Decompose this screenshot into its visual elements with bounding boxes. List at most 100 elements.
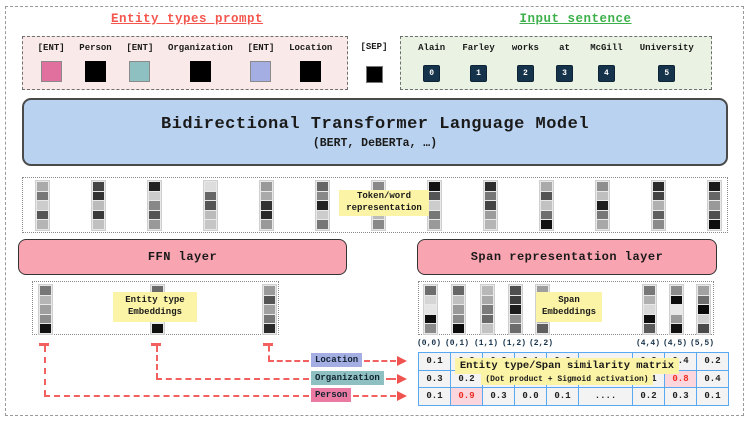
entity-embedding-column-cell (40, 305, 51, 314)
token-repr-column-cell (261, 201, 272, 210)
transformer-box: Bidirectional Transformer Language Model… (22, 98, 728, 166)
token-repr-column-cell (485, 182, 496, 191)
token-repr-column-cell (429, 211, 440, 220)
matrix-cell: 0.2 (696, 352, 729, 371)
prompt-token-square (300, 61, 321, 82)
input-token-index-square: 1 (470, 65, 487, 82)
sep-token-label: [SEP] (360, 42, 387, 52)
prompt-token: [ENT] (247, 37, 274, 89)
token-repr-column-cell (597, 201, 608, 210)
span-embeddings-label: Span Embeddings (536, 292, 602, 322)
token-repr-column-cell (93, 211, 104, 220)
entity-types-prompt-header: Entity types prompt (87, 12, 287, 26)
token-repr-column-cell (597, 192, 608, 201)
prompt-token-square (250, 61, 271, 82)
span-embedding-column-cell (453, 296, 464, 305)
input-token-index-square: 5 (658, 65, 675, 82)
span-embedding-column-cell (482, 324, 493, 333)
token-repr-column-cell (653, 211, 664, 220)
span-embedding-column-cell (698, 315, 709, 324)
span-embedding-column-cell (644, 296, 655, 305)
matrix-cell: 0.1 (418, 387, 451, 406)
span-embedding-column-cell (671, 324, 682, 333)
transformer-subtitle: (BERT, DeBERTa, …) (313, 137, 437, 150)
prompt-token-label: Location (289, 43, 332, 53)
span-embedding-column (642, 284, 657, 335)
span-embedding-column-cell (425, 315, 436, 324)
token-repr-column-cell (149, 220, 160, 229)
token-repr-column-cell (709, 182, 720, 191)
prompt-token-square (129, 61, 150, 82)
prompt-token: Location (289, 37, 332, 89)
token-repr-column-cell (429, 182, 440, 191)
span-embedding-column-cell (644, 286, 655, 295)
span-embedding-column-cell (425, 305, 436, 314)
entity-tag-location: Location (311, 353, 362, 367)
span-embedding-column-cell (482, 296, 493, 305)
entity-embedding-column-cell (264, 296, 275, 305)
prompt-token-label: [ENT] (126, 43, 153, 53)
prompt-token: [ENT] (126, 37, 153, 89)
token-repr-column-cell (317, 201, 328, 210)
sep-token-square (366, 66, 383, 83)
prompt-token-label: [ENT] (247, 43, 274, 53)
token-repr-column-cell (709, 201, 720, 210)
token-repr-column-cell (205, 220, 216, 229)
matrix-cell: .... (578, 387, 633, 406)
matrix-cell: 0.1 (546, 387, 579, 406)
span-embedding-column-cell (510, 315, 521, 324)
token-repr-column (259, 180, 274, 231)
token-repr-column-cell (317, 220, 328, 229)
span-embedding-column (669, 284, 684, 335)
token-repr-column-cell (653, 201, 664, 210)
span-embedding-column-cell (510, 305, 521, 314)
model-architecture-diagram: Entity types prompt Input sentence [ENT]… (0, 0, 750, 423)
span-embedding-column-cell (453, 315, 464, 324)
token-repr-column-cell (317, 192, 328, 201)
token-repr-column-cell (429, 220, 440, 229)
entity-tag-organization: Organization (311, 371, 384, 385)
span-embedding-column-cell (425, 324, 436, 333)
connector-to-matrix-dash (364, 360, 396, 362)
matrix-cell: 0.9 (450, 387, 483, 406)
token-repr-column-cell (429, 192, 440, 201)
entity-embedding-column-cell (264, 305, 275, 314)
token-repr-column-cell (541, 192, 552, 201)
prompt-token-square (190, 61, 211, 82)
token-repr-column-cell (653, 182, 664, 191)
matrix-cell: 0.4 (696, 370, 729, 389)
matrix-row: 0.10.90.30.00.1....0.20.30.1 (418, 387, 729, 406)
token-repr-column-cell (149, 211, 160, 220)
token-repr-column-cell (93, 220, 104, 229)
input-token-index-square: 0 (423, 65, 440, 82)
token-repr-column-cell (261, 220, 272, 229)
token-repr-column-cell (485, 220, 496, 229)
span-embedding-column-cell (698, 324, 709, 333)
prompt-token-square (41, 61, 62, 82)
input-token-word: Farley (462, 43, 494, 53)
entity-embedding-column-cell (40, 296, 51, 305)
entity-embedding-column-cell (152, 324, 163, 333)
span-embedding-column (480, 284, 495, 335)
prompt-token-label: Person (79, 43, 111, 53)
span-embedding-column-cell (453, 324, 464, 333)
input-token-word: Alain (418, 43, 445, 53)
similarity-matrix-title: Entity type/Span similarity matrix (455, 358, 679, 374)
input-token-word: works (512, 43, 539, 53)
token-repr-column (483, 180, 498, 231)
token-repr-column-cell (429, 201, 440, 210)
matrix-row-arrowhead (397, 391, 407, 401)
span-embedding-column-cell (698, 296, 709, 305)
token-repr-column-cell (37, 201, 48, 210)
span-embedding-column-cell (510, 286, 521, 295)
token-repr-column-cell (485, 201, 496, 210)
input-token: University5 (640, 37, 694, 89)
span-embedding-column-cell (671, 286, 682, 295)
token-repr-column-cell (597, 220, 608, 229)
span-embedding-column-cell (671, 305, 682, 314)
span-embedding-column-cell (698, 305, 709, 314)
token-repr-column-cell (709, 192, 720, 201)
span-embedding-column (696, 284, 711, 335)
prompt-token: Person (79, 37, 111, 89)
token-repr-column-cell (597, 182, 608, 191)
